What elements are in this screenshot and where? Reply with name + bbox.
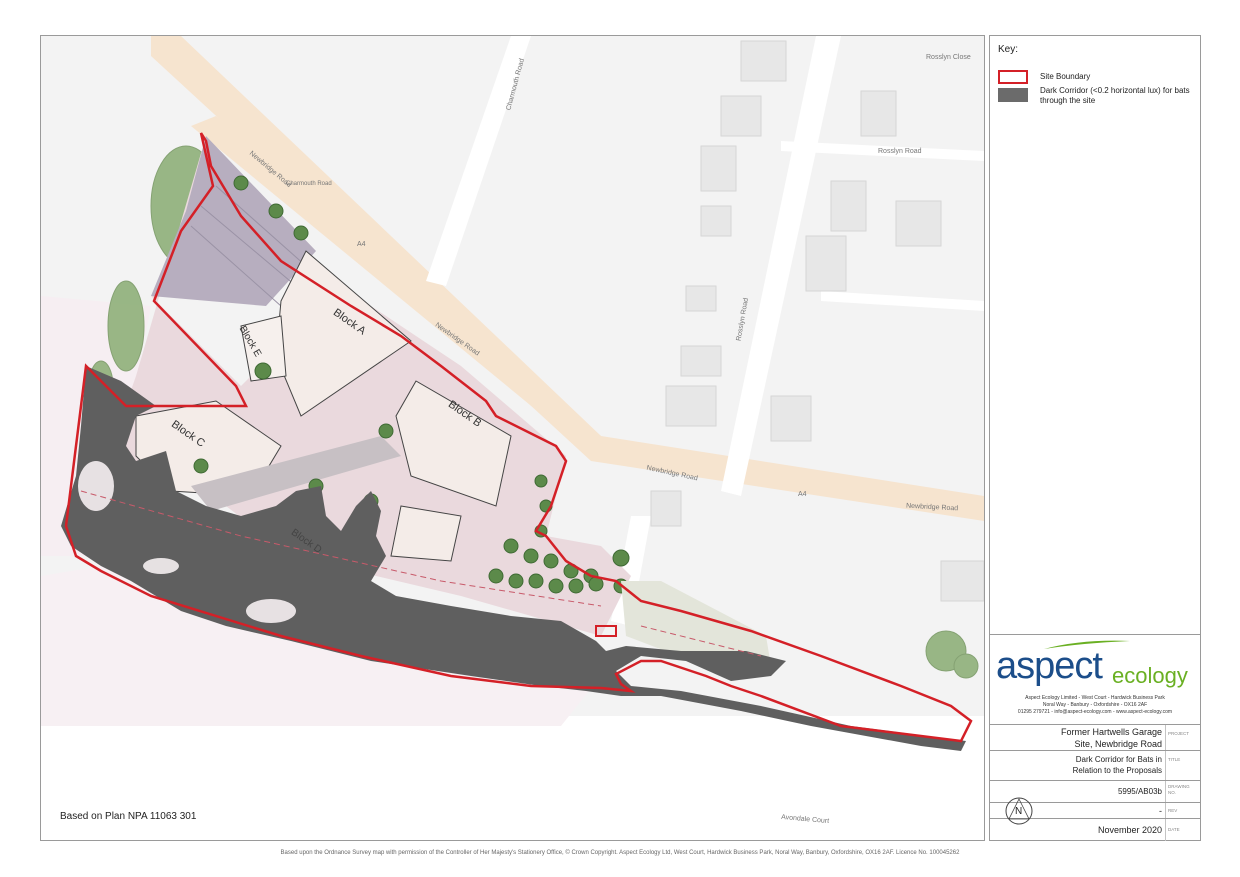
title-line-2: Relation to the Proposals xyxy=(1072,766,1162,775)
north-arrow-icon: N xyxy=(1004,796,1034,826)
site-boundary-swatch xyxy=(998,70,1028,84)
project-label: PROJECT xyxy=(1168,731,1190,736)
title-label: TITLE xyxy=(1168,757,1181,762)
road-label-a4-1: A4 xyxy=(357,241,366,248)
rev-label: REV xyxy=(1168,808,1178,813)
road-label-rosslyn-road-1: Rosslyn Road xyxy=(878,148,922,155)
key-item-dark-corridor: Dark Corridor (<0.2 horizontal lux) for … xyxy=(998,86,1198,110)
plan-note: Based on Plan NPA 11063 301 xyxy=(54,803,240,831)
drawing-number: 5995/AB03b xyxy=(1117,787,1162,796)
project-row: Former Hartwells Garage Site, Newbridge … xyxy=(990,724,1200,751)
divider xyxy=(1165,781,1166,803)
divider xyxy=(1165,725,1166,751)
road-label-rosslyn-close: Rosslyn Close xyxy=(926,54,971,61)
logo-aspect: aspect xyxy=(996,645,1103,687)
site-plan-map: Newbridge Road Newbridge Road Newbridge … xyxy=(40,35,985,841)
legend-panel: Key: Site Boundary Dark Corridor (<0.2 h… xyxy=(989,35,1201,841)
key-title: Key: xyxy=(998,44,1019,55)
title-row: Dark Corridor for Bats in Relation to th… xyxy=(990,750,1200,781)
north-letter: N xyxy=(1015,806,1023,817)
logo-block: aspect ecology Aspect Ecology Limited - … xyxy=(990,634,1200,725)
rev-value: - xyxy=(1159,806,1162,816)
date-value: November 2020 xyxy=(1097,825,1162,835)
drawing-label: DRAWING NO. xyxy=(1168,784,1190,795)
divider xyxy=(1165,803,1166,819)
logo-address-1: Aspect Ecology Limited - West Court - Ha… xyxy=(1025,695,1165,701)
key-item-site-boundary: Site Boundary xyxy=(998,70,1198,84)
dark-corridor-swatch xyxy=(998,88,1028,102)
divider xyxy=(1165,819,1166,841)
project-line-2: Site, Newbridge Road xyxy=(1074,739,1162,749)
road-label-a4-2: A4 xyxy=(798,491,807,498)
divider xyxy=(1165,751,1166,781)
key-label-site-boundary: Site Boundary xyxy=(1040,72,1091,81)
logo-address-3: 01295 279721 - info@aspect-ecology.com -… xyxy=(1017,709,1173,715)
date-label: DATE xyxy=(1168,827,1180,832)
key-label-dark-corridor: Dark Corridor (<0.2 horizontal lux) for … xyxy=(1040,86,1190,105)
logo-ecology: ecology xyxy=(1112,663,1188,688)
road-label-charmouth-small: Charmouth Road xyxy=(286,181,332,187)
logo-address-2: Noral Way - Banbury - Oxfordshire - OX16… xyxy=(1042,702,1148,708)
project-line-1: Former Hartwells Garage xyxy=(1060,727,1162,737)
copyright-footer: Based upon the Ordnance Survey map with … xyxy=(280,850,960,856)
